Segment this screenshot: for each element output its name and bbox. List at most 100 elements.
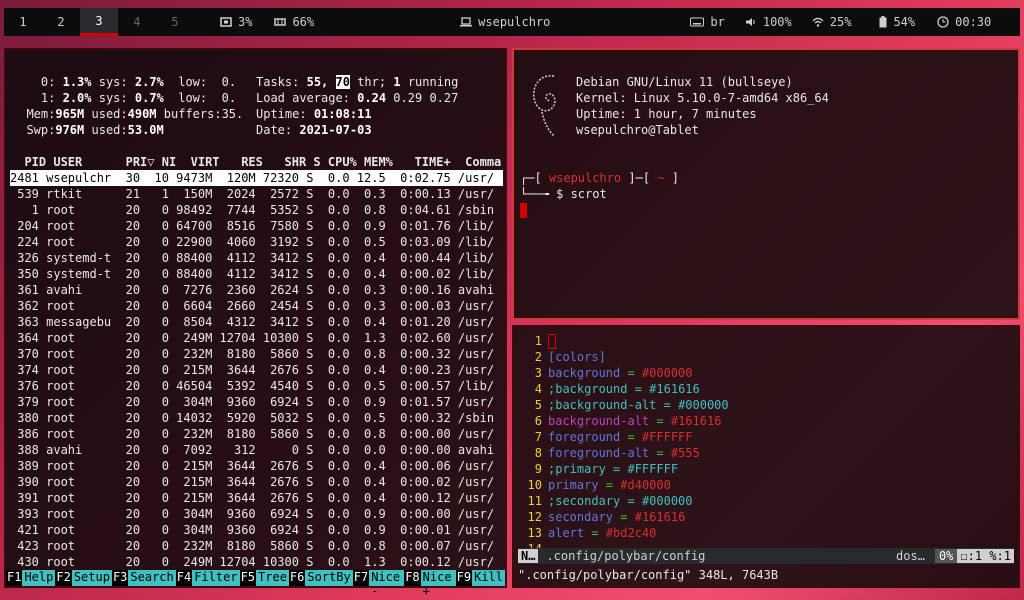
fkey-sortby[interactable]: F6 SortBy (288, 570, 353, 586)
htop-window[interactable]: 0: 1.3% sys: 2.7% low: 0. 1: 2.0% sys: 0… (4, 48, 507, 598)
clock-icon (937, 16, 949, 28)
vim-command-line: ".config/polybar/config" 348L, 7643B (518, 568, 779, 582)
workspace-4[interactable]: 4 (118, 8, 156, 36)
vim-line[interactable]: 11 ;secondary = #000000 (520, 493, 729, 509)
vim-line[interactable]: 10 primary = #d40000 (520, 477, 729, 493)
process-row[interactable]: 391 root 20 0 215M 3644 2676 S 0.0 0.4 0… (10, 490, 503, 506)
process-row[interactable]: 388 avahi 20 0 7092 312 0 S 0.0 0.0 0:00… (10, 442, 503, 458)
vim-line-number: 3 (534, 366, 542, 380)
keyboard-layout: br (710, 15, 725, 29)
process-rows[interactable]: 2481 wsepulchr 30 10 9473M 120M 72320 S … (10, 170, 503, 570)
vim-window[interactable]: 1 2 [colors] 3 background = #000000 4 ;backgro… (512, 325, 1020, 588)
config-key: alert (548, 526, 585, 540)
vim-position: ☐:1 %:1 (957, 549, 1014, 563)
fkey-kill[interactable]: F9 Kill (455, 570, 505, 586)
process-row[interactable]: 370 root 20 0 232M 8180 5860 S 0.0 0.8 0… (10, 346, 503, 362)
workspace-3[interactable]: 3 (80, 8, 118, 36)
vim-line[interactable]: 9 ;primary = #FFFFFF (520, 461, 729, 477)
equals-sign: = (649, 414, 671, 428)
fkey-label: Kill (472, 570, 505, 586)
config-key: ;secondary (548, 494, 621, 508)
workspace-1[interactable]: 1 (4, 8, 42, 36)
workspace-5[interactable]: 5 (156, 8, 194, 36)
config-value: #FFFFFF (627, 462, 679, 476)
vim-line[interactable]: 7 foreground = #FFFFFF (520, 429, 729, 445)
vim-line[interactable]: 8 foreground-alt = #555 (520, 445, 729, 461)
config-key: primary (548, 478, 599, 492)
process-row[interactable]: 2481 wsepulchr 30 10 9473M 120M 72320 S … (10, 170, 503, 186)
process-row[interactable]: 393 root 20 0 304M 9360 6924 S 0.0 0.9 0… (10, 506, 503, 522)
vim-line[interactable]: 13 alert = #bd2c40 (520, 525, 729, 541)
vim-line-number: 10 (527, 478, 542, 492)
vim-line[interactable]: 2 [colors] (520, 349, 729, 365)
equals-sign: = (627, 382, 650, 396)
vim-line[interactable]: 6 background-alt = #161616 (520, 413, 729, 429)
command-text: $ scrot (556, 187, 607, 201)
fkey-tree[interactable]: F5 Tree (239, 570, 289, 586)
process-row[interactable]: 364 root 20 0 249M 12704 10300 S 0.0 1.3… (10, 330, 503, 346)
volume-module[interactable]: 100% (745, 15, 792, 29)
process-row[interactable]: 423 root 20 0 232M 8180 5860 S 0.0 0.8 0… (10, 538, 503, 554)
process-row[interactable]: 326 systemd-t 20 0 88400 4112 3412 S 0.0… (10, 250, 503, 266)
fkey-filter[interactable]: F4 Filter (175, 570, 240, 586)
tasks-info: Tasks: 55, 70 thr; 1 running (256, 75, 459, 89)
vim-buffer[interactable]: 1 2 [colors] 3 background = #000000 4 ;backgro… (520, 333, 729, 557)
equals-sign: = (620, 430, 642, 444)
vim-cursor (548, 334, 556, 349)
load-info: Load average: 0.24 0.29 0.27 (256, 91, 459, 105)
workspace-2[interactable]: 2 (42, 8, 80, 36)
fkey-label: Tree (256, 570, 289, 586)
config-key: background-alt (548, 414, 650, 428)
process-row[interactable]: 389 root 20 0 215M 3644 2676 S 0.0 0.4 0… (10, 458, 503, 474)
process-row[interactable]: 380 root 20 0 14032 5920 5032 S 0.0 0.5 … (10, 410, 503, 426)
process-row[interactable]: 374 root 20 0 215M 3644 2676 S 0.0 0.4 0… (10, 362, 503, 378)
process-row[interactable]: 421 root 20 0 304M 9360 6924 S 0.0 0.9 0… (10, 522, 503, 538)
process-row[interactable]: 362 root 20 0 6604 2660 2454 S 0.0 0.3 0… (10, 298, 503, 314)
vim-line[interactable]: 12 secondary = #161616 (520, 509, 729, 525)
process-row[interactable]: 376 root 20 0 46504 5392 4540 S 0.0 0.5 … (10, 378, 503, 394)
config-key: background (548, 366, 621, 380)
process-row[interactable]: 539 rtkit 21 1 150M 2024 2572 S 0.0 0.3 … (10, 186, 503, 202)
fkey-setup[interactable]: F2 Setup (55, 570, 112, 586)
vim-line[interactable]: 3 background = #000000 (520, 365, 729, 381)
config-key: foreground (548, 430, 621, 444)
process-row[interactable]: 350 systemd-t 20 0 88400 4112 3412 S 0.0… (10, 266, 503, 282)
config-value: #bd2c40 (605, 526, 657, 540)
fkey-search[interactable]: F3 Search (111, 570, 176, 586)
wifi-module[interactable]: 25% (812, 15, 851, 29)
process-table-header[interactable]: PID USER PRI▽ NI VIRT RES SHR S CPU% MEM… (10, 154, 503, 170)
process-row[interactable]: 204 root 20 0 64700 8516 7580 S 0.0 0.9 … (10, 218, 503, 234)
process-row[interactable]: 363 messagebu 20 0 8504 4312 3412 S 0.0 … (10, 314, 503, 330)
equals-sign: = (620, 366, 642, 380)
fkey-help[interactable]: F1 Help (6, 570, 56, 586)
keyboard-layout-module[interactable]: br (690, 15, 725, 29)
process-row[interactable]: 386 root 20 0 232M 8180 5860 S 0.0 0.8 0… (10, 426, 503, 442)
vim-line[interactable]: 1 (520, 333, 729, 349)
user-host-line: wsepulchro@Tablet (576, 123, 699, 137)
process-table[interactable]: PID USER PRI▽ NI VIRT RES SHR S CPU% MEM… (10, 154, 503, 570)
process-row[interactable]: 430 root 20 0 249M 12704 10300 S 0.0 1.3… (10, 554, 503, 570)
date-info: Date: 2021-07-03 (256, 123, 372, 137)
vim-filetype: dos… (896, 549, 925, 563)
vim-line[interactable]: 4 ;background = #161616 (520, 381, 729, 397)
process-row[interactable]: 361 avahi 20 0 7276 2360 2624 S 0.0 0.3 … (10, 282, 503, 298)
uptime-info: Uptime: 01:08:11 (256, 107, 372, 121)
process-row[interactable]: 1 root 20 0 98492 7744 5352 S 0.0 0.8 0:… (10, 202, 503, 218)
vim-line-number: 8 (534, 446, 542, 460)
fkey-number: F1 (6, 570, 23, 586)
swap-meter: Swp:976M used:53.0M (26, 123, 164, 137)
vim-line[interactable]: 5 ;background-alt = #000000 (520, 397, 729, 413)
process-row[interactable]: 379 root 20 0 304M 9360 6924 S 0.0 0.9 0… (10, 394, 503, 410)
fkey-nice[interactable]: F7 Nice - (352, 570, 405, 598)
fkey-nice[interactable]: F8 Nice + (404, 570, 456, 598)
process-row[interactable]: 224 root 20 0 22900 4060 3192 S 0.0 0.5 … (10, 234, 503, 250)
process-row[interactable]: 390 root 20 0 215M 3644 2676 S 0.0 0.4 0… (10, 474, 503, 490)
htop-info: Tasks: 55, 70 thr; 1 running Load averag… (256, 74, 458, 138)
prompt-dir: ~ (657, 171, 665, 185)
fkey-number: F6 (288, 570, 306, 586)
memory-module: 66% (274, 15, 314, 29)
workspace-label: 4 (133, 15, 141, 29)
terminal-window[interactable]: Debian GNU/Linux 11 (bullseye) Kernel: L… (512, 48, 1020, 320)
cpu0-meter: 0: 1.3% sys: 2.7% low: 0. (40, 75, 237, 89)
fkey-label: SortBy (305, 570, 353, 586)
